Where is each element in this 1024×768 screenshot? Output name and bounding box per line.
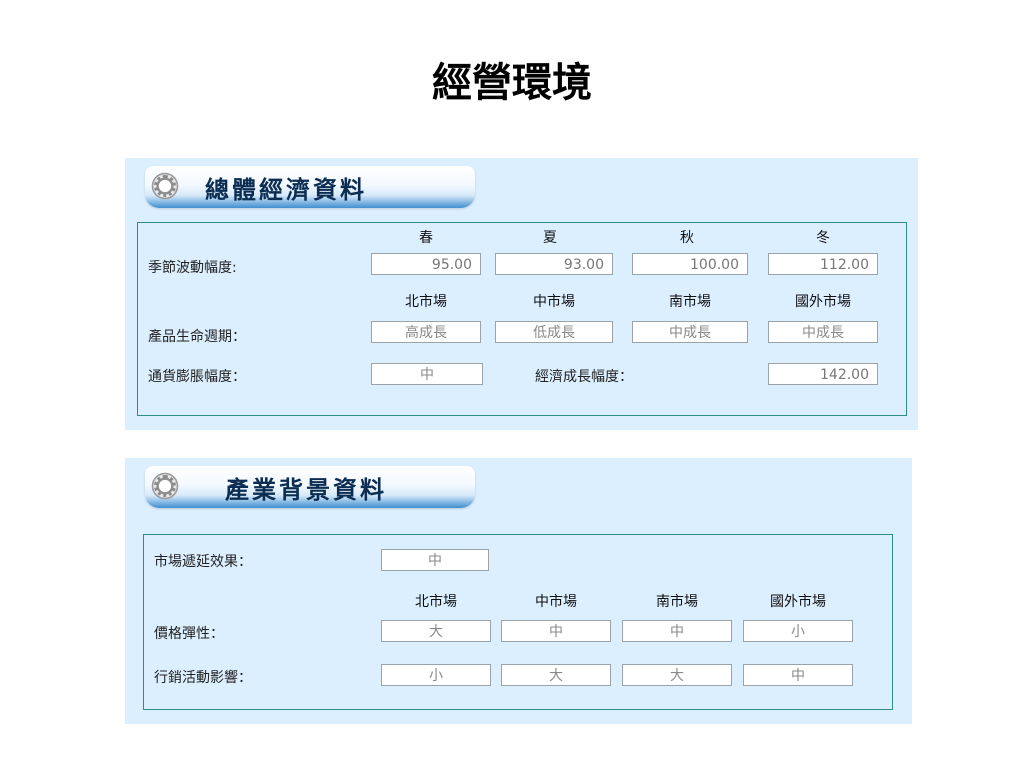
elasticity-label: 價格彈性：: [154, 626, 224, 642]
industry-panel-header: 產業背景資料: [145, 466, 475, 508]
economy-panel-header: 總體經濟資料: [145, 166, 475, 208]
lifecycle-south-field[interactable]: 中成長: [632, 321, 748, 343]
lifecycle-north-field[interactable]: 高成長: [371, 321, 481, 343]
economy-panel: 總體經濟資料 春 夏 秋 冬 季節波動幅度: 95.00 93.00 100.0…: [125, 158, 918, 430]
elasticity-foreign-field[interactable]: 小: [743, 620, 853, 642]
industry-market-header-south: 南市場: [656, 594, 698, 610]
season-header-winter: 冬: [816, 230, 830, 246]
industry-market-header-foreign: 國外市場: [770, 594, 826, 610]
lifecycle-foreign-field[interactable]: 中成長: [768, 321, 878, 343]
elasticity-central-field[interactable]: 中: [501, 620, 611, 642]
lifecycle-central-field[interactable]: 低成長: [495, 321, 613, 343]
economy-panel-title: 總體經濟資料: [205, 175, 367, 204]
elasticity-north-field[interactable]: 大: [381, 620, 491, 642]
market-header-north: 北市場: [405, 294, 447, 310]
season-header-summer: 夏: [543, 230, 557, 246]
industry-market-header-north: 北市場: [415, 594, 457, 610]
growth-field[interactable]: 142.00: [768, 363, 878, 385]
elasticity-south-field[interactable]: 中: [622, 620, 732, 642]
inflation-field[interactable]: 中: [371, 363, 483, 385]
page-title: 經營環境: [432, 59, 592, 106]
market-header-south: 南市場: [669, 294, 711, 310]
seasonal-winter-field[interactable]: 112.00: [768, 253, 878, 275]
marketing-impact-label: 行銷活動影響：: [154, 670, 252, 686]
market-header-central: 中市場: [533, 294, 575, 310]
growth-label: 經濟成長幅度：: [535, 369, 633, 385]
market-lag-label: 市場遞延效果：: [154, 554, 252, 570]
gear-icon: [151, 472, 179, 500]
seasonal-summer-field[interactable]: 93.00: [495, 253, 613, 275]
season-header-spring: 春: [419, 230, 433, 246]
marketing-north-field[interactable]: 小: [381, 664, 491, 686]
marketing-south-field[interactable]: 大: [622, 664, 732, 686]
season-header-autumn: 秋: [680, 230, 694, 246]
economy-content: 春 夏 秋 冬 季節波動幅度: 95.00 93.00 100.00 112.0…: [137, 222, 907, 416]
marketing-foreign-field[interactable]: 中: [743, 664, 853, 686]
industry-panel-title: 產業背景資料: [225, 475, 387, 504]
industry-market-header-central: 中市場: [535, 594, 577, 610]
seasonal-spring-field[interactable]: 95.00: [371, 253, 481, 275]
industry-panel: 產業背景資料 市場遞延效果： 中 北市場 中市場 南市場 國外市場 價格彈性： …: [125, 458, 912, 724]
marketing-central-field[interactable]: 大: [501, 664, 611, 686]
inflation-label: 通貨膨脹幅度：: [148, 369, 246, 385]
market-lag-field[interactable]: 中: [381, 549, 489, 571]
industry-content: 市場遞延效果： 中 北市場 中市場 南市場 國外市場 價格彈性： 大 中 中 小…: [143, 534, 893, 710]
lifecycle-label: 產品生命週期：: [148, 329, 246, 345]
gear-icon: [151, 172, 179, 200]
seasonal-autumn-field[interactable]: 100.00: [632, 253, 748, 275]
market-header-foreign: 國外市場: [795, 294, 851, 310]
seasonal-label: 季節波動幅度:: [148, 260, 237, 276]
